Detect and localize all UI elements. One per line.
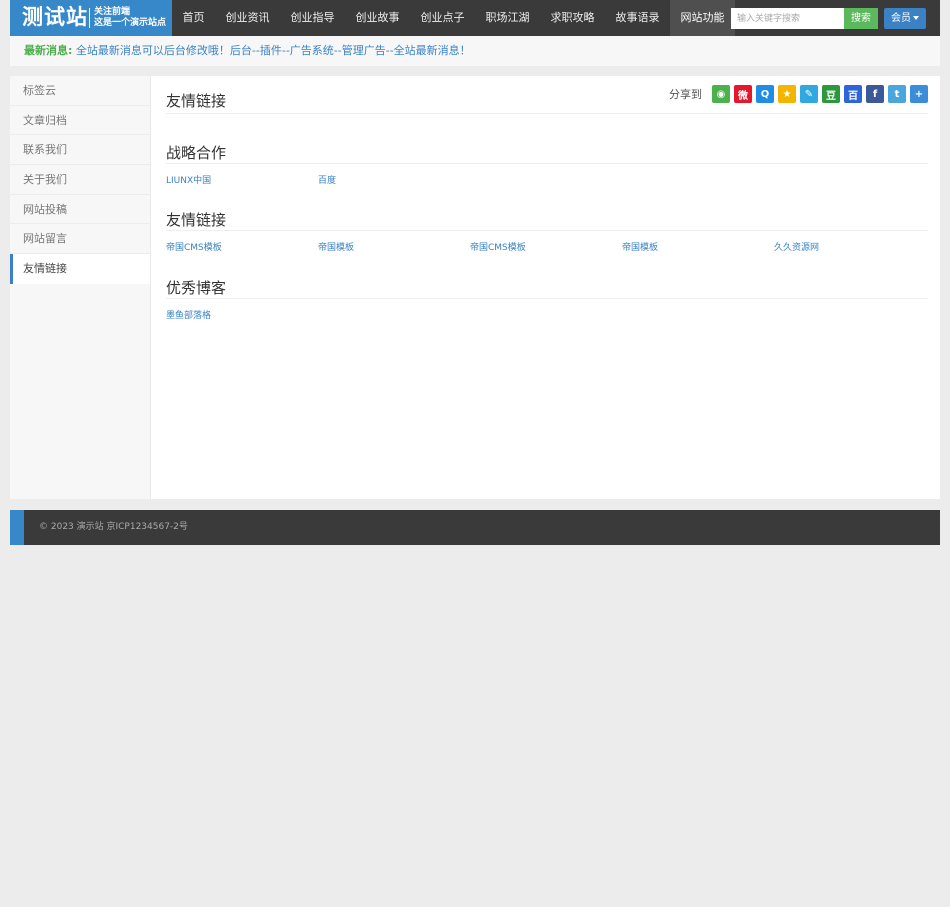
nav-item-startup-ideas[interactable]: 创业点子 bbox=[410, 0, 475, 36]
link-empire-cms-template-2[interactable]: 帝国CMS模板 bbox=[470, 240, 526, 253]
section-title-friend-links: 友情链接 bbox=[166, 211, 227, 229]
notice-link[interactable]: 全站最新消息可以后台修改哦！后台--插件--广告系统--管理广告--全站最新消息… bbox=[76, 44, 471, 57]
share-icons: ◉ 微 Q ★ ✎ 豆百 f t + bbox=[708, 85, 928, 103]
main-container: 标签云 文章归档 联系我们 关于我们 网站投稿 网站留言 友情链接 友情链接 分… bbox=[10, 76, 940, 499]
news-ticker: 最新消息: 全站最新消息可以后台修改哦！后台--插件--广告系统--管理广告--… bbox=[10, 36, 940, 66]
link-empire-template-2[interactable]: 帝国模板 bbox=[622, 240, 658, 253]
divider bbox=[166, 163, 928, 164]
logo-tagline-line2: 这是一个演示站点 bbox=[94, 18, 167, 28]
sidebar-item-submit[interactable]: 网站投稿 bbox=[10, 194, 150, 225]
site-logo[interactable]: 测试站 关注前端 这是一个演示站点 bbox=[10, 0, 172, 36]
member-label: 会员 bbox=[891, 13, 911, 24]
search-button[interactable]: 搜索 bbox=[844, 8, 878, 29]
nav-item-quotes[interactable]: 故事语录 bbox=[605, 0, 670, 36]
facebook-icon[interactable]: f bbox=[866, 85, 884, 103]
section-title-blogs: 优秀博客 bbox=[166, 279, 227, 297]
link-empire-template[interactable]: 帝国模板 bbox=[318, 240, 354, 253]
notice-label: 最新消息: bbox=[24, 44, 73, 57]
search-input[interactable] bbox=[731, 8, 844, 29]
divider bbox=[166, 298, 928, 299]
section-title-partners: 战略合作 bbox=[166, 144, 227, 162]
footer-copyright: © 2023 演示站 京ICP1234567-2号 bbox=[39, 522, 188, 532]
douban-icon[interactable]: 豆 bbox=[822, 85, 840, 103]
logo-tagline-line1: 关注前端 bbox=[94, 7, 131, 17]
caret-down-icon bbox=[913, 16, 919, 20]
main-nav: 首页 创业资讯 创业指导 创业故事 创业点子 职场江湖 求职攻略 故事语录 网站… bbox=[172, 0, 735, 36]
link-moyu-blog[interactable]: 墨鱼部落格 bbox=[166, 308, 211, 321]
tencent-weibo-icon[interactable]: ✎ bbox=[800, 85, 818, 103]
wechat-icon[interactable]: ◉ bbox=[712, 85, 730, 103]
nav-item-startup-stories[interactable]: 创业故事 bbox=[345, 0, 410, 36]
nav-item-home[interactable]: 首页 bbox=[172, 0, 215, 36]
weibo-icon[interactable]: 微 bbox=[734, 85, 752, 103]
sidebar-item-tag-cloud[interactable]: 标签云 bbox=[10, 76, 150, 106]
top-navbar: 测试站 关注前端 这是一个演示站点 首页 创业资讯 创业指导 创业故事 创业点子 … bbox=[10, 0, 940, 36]
nav-item-startup-news[interactable]: 创业资讯 bbox=[215, 0, 280, 36]
sidebar-item-contact[interactable]: 联系我们 bbox=[10, 135, 150, 166]
nav-item-startup-guide[interactable]: 创业指导 bbox=[280, 0, 345, 36]
divider bbox=[166, 230, 928, 231]
nav-item-job-tips[interactable]: 求职攻略 bbox=[540, 0, 605, 36]
sidebar-item-archive[interactable]: 文章归档 bbox=[10, 105, 150, 136]
divider bbox=[166, 113, 928, 114]
qzone-icon[interactable]: ★ bbox=[778, 85, 796, 103]
logo-divider bbox=[89, 8, 90, 28]
sidebar: 标签云 文章归档 联系我们 关于我们 网站投稿 网站留言 友情链接 bbox=[10, 76, 151, 499]
logo-title: 测试站 bbox=[22, 5, 88, 29]
member-dropdown-button[interactable]: 会员 bbox=[884, 8, 926, 29]
footer-accent bbox=[10, 510, 24, 545]
page-title: 友情链接 bbox=[166, 92, 227, 110]
share-bar: 分享到 ◉ 微 Q ★ ✎ 豆百 f t + bbox=[669, 85, 928, 103]
share-label: 分享到 bbox=[669, 88, 702, 101]
sidebar-item-guestbook[interactable]: 网站留言 bbox=[10, 224, 150, 255]
link-baidu[interactable]: 百度 bbox=[318, 173, 336, 186]
baidu-icon[interactable]: 百 bbox=[844, 85, 862, 103]
twitter-icon[interactable]: t bbox=[888, 85, 906, 103]
qq-icon[interactable]: Q bbox=[756, 85, 774, 103]
more-share-icon[interactable]: + bbox=[910, 85, 928, 103]
sidebar-item-friend-links[interactable]: 友情链接 bbox=[10, 254, 150, 284]
link-jiujiu-resources[interactable]: 久久资源网 bbox=[774, 240, 819, 253]
link-empire-cms-template[interactable]: 帝国CMS模板 bbox=[166, 240, 222, 253]
footer: © 2023 演示站 京ICP1234567-2号 bbox=[10, 510, 940, 545]
link-liunx[interactable]: LIUNX中国 bbox=[166, 173, 211, 186]
nav-item-workplace[interactable]: 职场江湖 bbox=[475, 0, 540, 36]
logo-tagline: 关注前端 这是一个演示站点 bbox=[94, 7, 166, 29]
nav-item-site-features[interactable]: 网站功能 bbox=[670, 0, 735, 36]
sidebar-item-about[interactable]: 关于我们 bbox=[10, 165, 150, 195]
